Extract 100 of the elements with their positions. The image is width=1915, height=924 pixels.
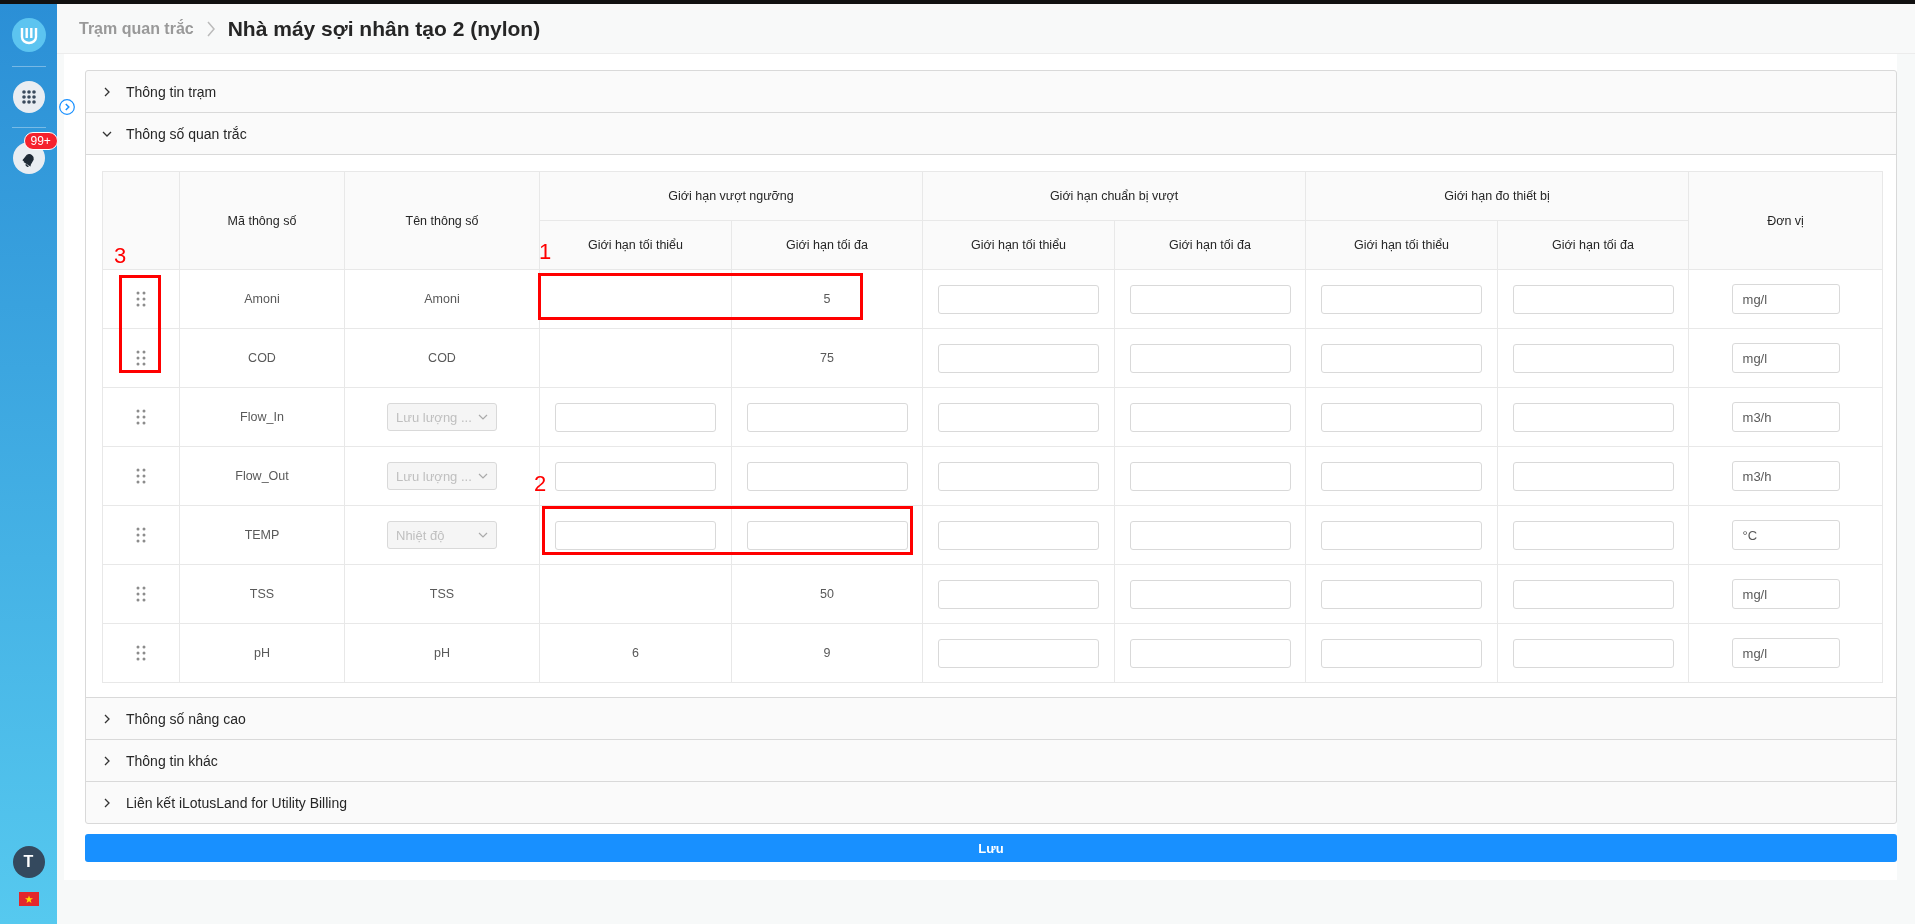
unit-field[interactable]: mg/l [1731, 638, 1840, 668]
column-header: Tên thông số [405, 213, 479, 228]
column-header: Giới hạn tối thiểu [587, 238, 684, 252]
column-header: Đơn vị [1767, 213, 1804, 228]
input-field[interactable] [938, 284, 1099, 314]
apps-icon[interactable] [12, 81, 45, 113]
column-group-header: Giới hạn chuẩn bị vượt [1049, 189, 1179, 203]
column-group-header: Giới hạn vượt ngưỡng [668, 189, 794, 203]
unit-field[interactable]: °C [1731, 520, 1840, 550]
input-field[interactable] [938, 638, 1099, 668]
table-cell: 9 [823, 646, 831, 660]
drag-handle-icon[interactable] [136, 468, 146, 484]
input-field[interactable] [938, 520, 1099, 550]
flag-icon[interactable] [18, 892, 39, 906]
section-title: Thông tin trạm [126, 83, 217, 100]
unit-field[interactable]: mg/l [1731, 284, 1840, 314]
drag-handle-icon[interactable] [136, 586, 146, 602]
section-header[interactable]: Thông tin khác [86, 740, 1896, 781]
column-header: Mã thông số [227, 213, 297, 228]
annotation-number: 3 [114, 245, 127, 267]
drag-handle-icon[interactable] [136, 527, 146, 543]
table-cell: TSS [429, 587, 455, 601]
collapse-toggle-icon[interactable] [59, 99, 75, 115]
input-field[interactable] [1129, 284, 1291, 314]
input-field[interactable] [1512, 638, 1674, 668]
input-field[interactable] [1512, 520, 1674, 550]
input-field[interactable] [555, 520, 716, 550]
input-field[interactable] [1512, 461, 1674, 491]
input-field[interactable] [938, 579, 1099, 609]
input-field[interactable] [1321, 579, 1483, 609]
section-header[interactable]: Thông số nâng cao [86, 698, 1896, 739]
input-field[interactable] [746, 461, 908, 491]
unit-field[interactable]: m3/h [1731, 402, 1840, 432]
section-title: Thông tin khác [126, 752, 218, 769]
input-field[interactable] [1512, 284, 1674, 314]
input-field[interactable] [1129, 520, 1291, 550]
input-field[interactable] [1129, 343, 1291, 373]
table-cell: pH [434, 646, 450, 660]
table-cell: 50 [820, 587, 834, 601]
table-cell: Flow_In [240, 410, 284, 424]
drag-handle-icon[interactable] [136, 350, 146, 366]
table-cell: COD [248, 351, 276, 365]
table-cell: 75 [820, 351, 834, 365]
input-field[interactable] [938, 461, 1099, 491]
table-cell: Flow_Out [235, 469, 289, 483]
input-field[interactable] [746, 520, 908, 550]
table-cell: Amoni [424, 292, 460, 306]
chevron-icon [102, 797, 112, 808]
table-cell: TEMP [244, 528, 280, 542]
table-cell: 6 [632, 646, 639, 660]
input-field[interactable] [555, 461, 716, 491]
input-field[interactable] [1321, 520, 1483, 550]
input-field[interactable] [1129, 579, 1291, 609]
logo-icon[interactable] [11, 18, 46, 52]
table-cell: 5 [823, 292, 831, 306]
section-header[interactable]: Liên kết iLotusLand for Utility Billing [86, 782, 1896, 823]
input-field[interactable] [1512, 402, 1674, 432]
section-header[interactable]: Thông số quan trắc [86, 113, 1896, 154]
unit-field[interactable]: mg/l [1731, 579, 1840, 609]
chevron-icon [102, 86, 112, 97]
column-header: Giới hạn tối đa [786, 238, 868, 252]
input-field[interactable] [1321, 638, 1483, 668]
input-field[interactable] [1129, 402, 1291, 432]
unit-field[interactable]: m3/h [1731, 461, 1840, 491]
page-title: Nhà máy sợi nhân tạo 2 (nylon) [227, 16, 541, 41]
input-field[interactable] [1321, 402, 1483, 432]
input-field[interactable] [938, 402, 1099, 432]
table-cell: pH [254, 646, 270, 660]
chevron-icon [102, 713, 112, 724]
caret-icon [478, 532, 488, 538]
input-field[interactable] [1321, 284, 1483, 314]
annotation-number: 2 [534, 473, 547, 495]
drag-handle-icon[interactable] [136, 409, 146, 425]
drag-handle-icon[interactable] [136, 645, 146, 661]
input-field[interactable] [1512, 579, 1674, 609]
annotation-number: 1 [539, 241, 552, 263]
unit-field[interactable]: mg/l [1731, 343, 1840, 373]
input-field[interactable] [555, 402, 716, 432]
column-header: Giới hạn tối thiểu [1354, 238, 1450, 252]
input-field[interactable] [1129, 638, 1291, 668]
drag-handle-icon[interactable] [136, 291, 146, 307]
chevron-icon [102, 755, 112, 766]
column-header: Giới hạn tối đa [1552, 238, 1634, 252]
column-header: Giới hạn tối thiểu [971, 238, 1067, 252]
input-field[interactable] [1321, 461, 1483, 491]
input-field[interactable] [1512, 343, 1674, 373]
input-field[interactable] [746, 402, 908, 432]
avatar[interactable]: T [12, 846, 45, 878]
section-title: Thông số nâng cao [126, 710, 246, 727]
section-header[interactable]: Thông tin trạm [86, 71, 1896, 112]
section-title: Liên kết iLotusLand for Utility Billing [126, 794, 347, 811]
caret-icon [478, 414, 488, 420]
input-field[interactable] [938, 343, 1099, 373]
input-field[interactable] [1321, 343, 1483, 373]
column-group-header: Giới hạn đo thiết bị [1444, 189, 1550, 203]
table-cell: COD [428, 351, 456, 365]
table-cell: TSS [249, 587, 275, 601]
table-cell: Amoni [244, 292, 280, 306]
input-field[interactable] [1129, 461, 1291, 491]
caret-icon [478, 473, 488, 479]
